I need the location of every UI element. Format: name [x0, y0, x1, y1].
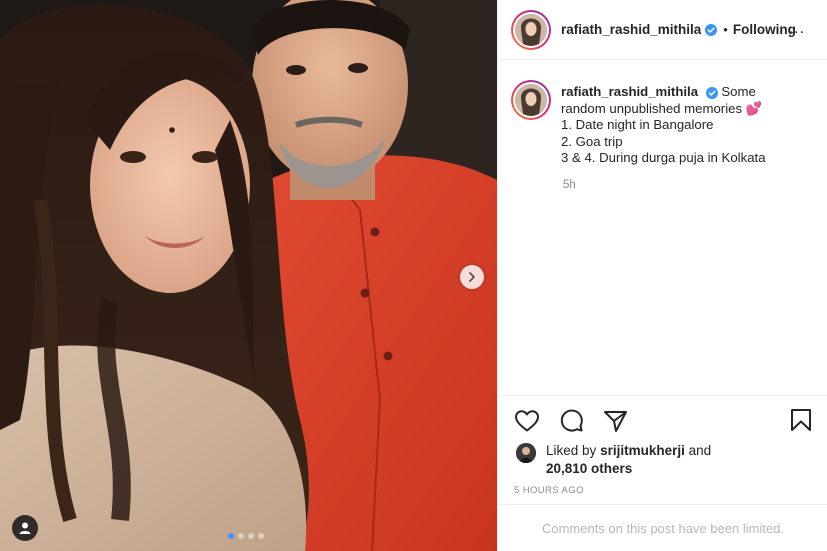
next-photo-button[interactable] — [460, 265, 484, 289]
caption-avatar[interactable] — [511, 80, 551, 120]
carousel-dot-active — [228, 533, 234, 539]
share-button[interactable] — [603, 409, 628, 433]
following-button[interactable]: Following — [733, 22, 796, 37]
post-date[interactable]: 5 HOURS AGO — [514, 485, 584, 496]
caption-username[interactable]: rafiath_rashid_mithila — [561, 84, 698, 99]
carousel-indicator — [228, 533, 264, 539]
caption-line: 3 & 4. During durga puja in Kolkata — [561, 150, 766, 166]
avatar-image — [515, 84, 547, 116]
like-button[interactable] — [514, 409, 540, 433]
comment-button[interactable] — [559, 408, 584, 433]
header-separator: • — [723, 22, 728, 37]
user-tag-icon — [19, 522, 31, 534]
action-bar — [498, 395, 827, 445]
author-username[interactable]: rafiath_rashid_mithila — [561, 22, 701, 37]
bookmark-icon — [791, 409, 811, 431]
avatar-image — [516, 443, 536, 463]
caption-text: rafiath_rashid_mithila Some random unpub… — [561, 80, 815, 167]
caption-line: Some — [721, 84, 756, 99]
caption-line: random unpublished memories 💕 — [561, 100, 763, 116]
likes-conjunction: and — [688, 443, 712, 458]
photo-illustration — [0, 0, 497, 551]
author-avatar[interactable] — [511, 9, 551, 50]
avatar-image — [515, 13, 547, 46]
carousel-dot — [248, 533, 254, 539]
likes-summary: Liked by srijitmukherji and 20,810 other… — [516, 442, 711, 478]
tagged-users-button[interactable] — [12, 515, 38, 541]
liker-avatar[interactable] — [516, 443, 536, 463]
save-button[interactable] — [790, 408, 812, 437]
verified-badge-icon — [705, 23, 718, 36]
carousel-dot — [238, 533, 244, 539]
caption-line: 2. Goa trip — [561, 133, 623, 149]
share-icon — [604, 410, 627, 432]
verified-badge-icon — [705, 86, 718, 99]
post-photo[interactable] — [0, 0, 497, 551]
more-options-button[interactable]: ... — [789, 21, 805, 37]
heart-icon — [515, 409, 539, 431]
caption-line: 1. Date night in Bangalore — [561, 117, 714, 133]
comments-limited-notice: Comments on this post have been limited. — [498, 504, 827, 551]
chevron-right-icon — [469, 272, 475, 282]
post-header: rafiath_rashid_mithila • Following ... — [498, 0, 827, 60]
post-side-panel: rafiath_rashid_mithila • Following ... r… — [497, 0, 827, 551]
carousel-dot — [258, 533, 264, 539]
caption-timestamp[interactable]: 5h — [563, 179, 815, 191]
liked-by-label: Liked by — [546, 443, 597, 458]
likes-count[interactable]: 20,810 others — [546, 461, 632, 476]
liker-username[interactable]: srijitmukherji — [600, 443, 685, 458]
caption-section: rafiath_rashid_mithila Some random unpub… — [498, 80, 827, 191]
comment-icon — [560, 409, 583, 432]
